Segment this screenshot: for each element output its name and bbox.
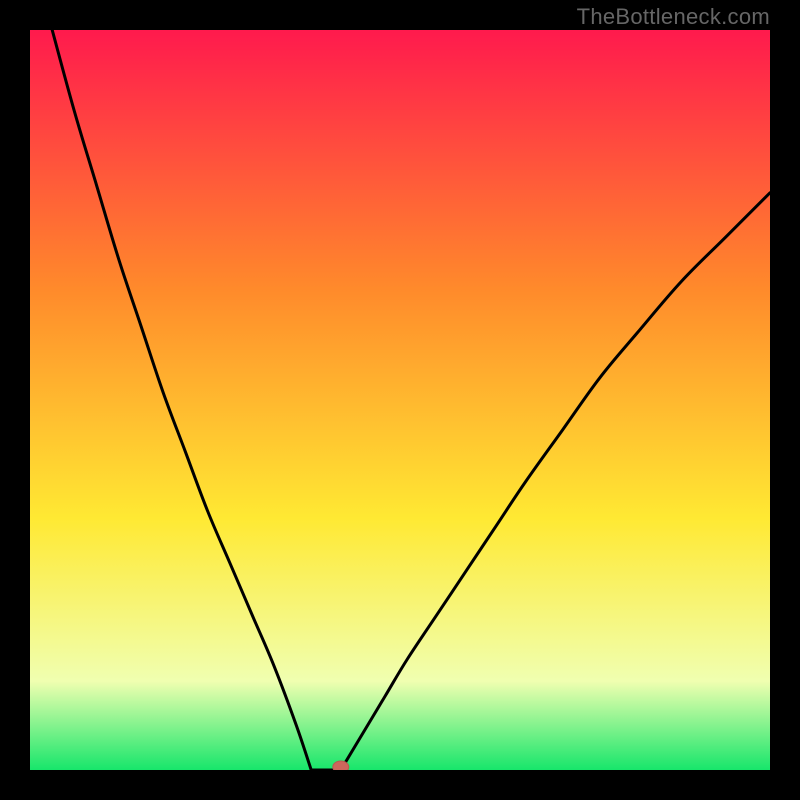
chart-frame: TheBottleneck.com (0, 0, 800, 800)
watermark-text: TheBottleneck.com (577, 4, 770, 30)
bottleneck-chart (30, 30, 770, 770)
optimal-point-marker (333, 761, 349, 770)
gradient-background (30, 30, 770, 770)
plot-area (30, 30, 770, 770)
